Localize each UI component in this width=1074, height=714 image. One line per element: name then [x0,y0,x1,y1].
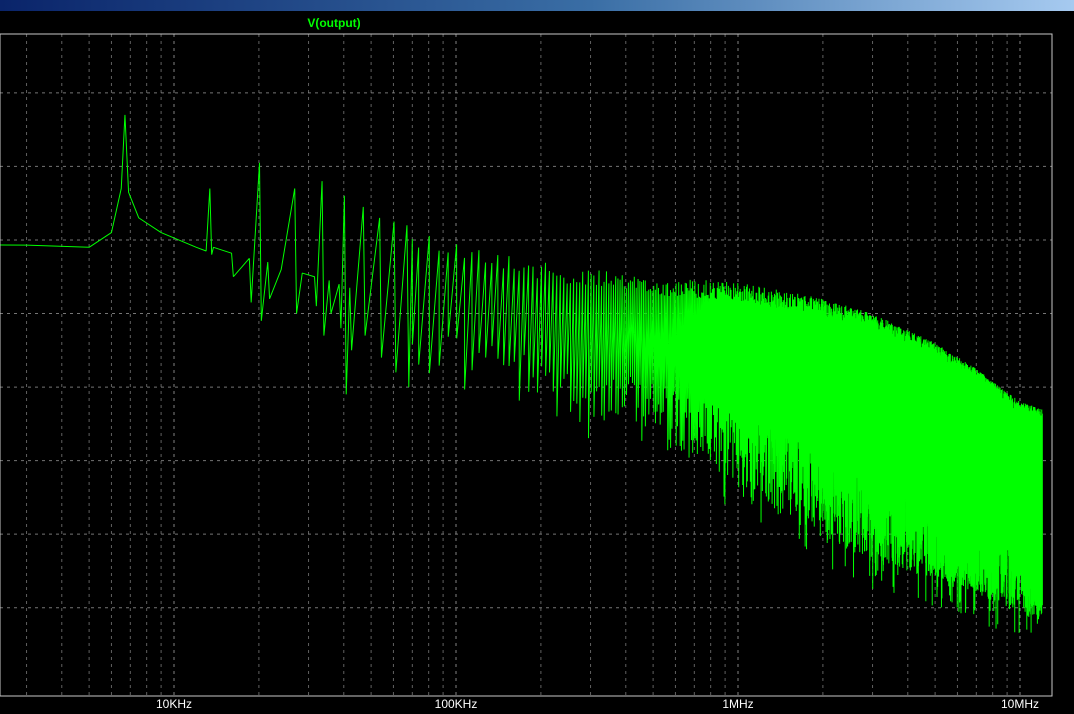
trace-layer [0,114,1043,633]
x-tick-label: 10MHz [1001,697,1039,711]
spectrum-chart: V(output) 10KHz 100KHz 1MHz 10MHz [0,16,1053,711]
x-tick-label: 1MHz [722,697,753,711]
trace-label-voutput[interactable]: V(output) [307,16,360,30]
x-tick-label: 10KHz [156,697,192,711]
x-tick-label: 100KHz [435,697,478,711]
window-title-bar [0,0,1074,11]
waveform-plot-pane[interactable]: V(output) 10KHz 100KHz 1MHz 10MHz [0,11,1074,714]
x-tick-labels: 10KHz 100KHz 1MHz 10MHz [156,697,1039,711]
voutput-trace [0,114,1043,633]
